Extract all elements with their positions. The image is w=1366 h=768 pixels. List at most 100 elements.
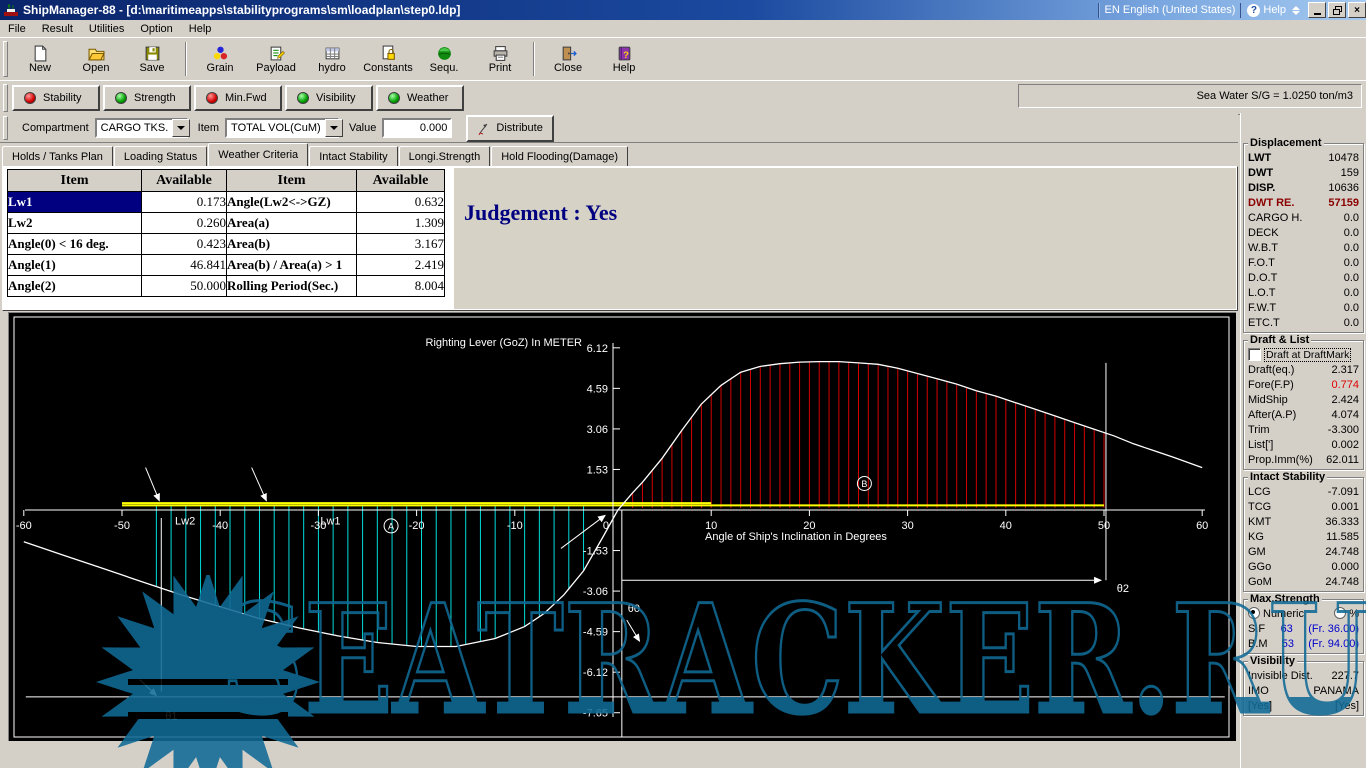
- restore-button[interactable]: [1328, 2, 1346, 18]
- constants-button[interactable]: Constants: [360, 39, 416, 79]
- svg-text:θ0: θ0: [628, 603, 640, 615]
- printer-icon: [492, 45, 509, 62]
- draft-at-draftmark-row: Draft at DraftMark: [1246, 347, 1361, 362]
- status-row: Stability Strength Min.Fwd Visibility We…: [0, 80, 1366, 115]
- svg-text:50: 50: [1098, 520, 1110, 532]
- strength-status-button[interactable]: Strength: [103, 85, 191, 111]
- language-indicator[interactable]: EN English (United States): [1105, 4, 1236, 16]
- save-button[interactable]: Save: [124, 39, 180, 79]
- gz-chart-svg: -60-50-40-30-20-1001020304050606.124.593…: [8, 312, 1236, 741]
- table-row[interactable]: Angle(1) 46.841 Area(b) / Area(a) > 1 2.…: [8, 255, 445, 276]
- svg-text:-10: -10: [507, 520, 523, 532]
- constants-lock-icon: [380, 45, 397, 62]
- payload-button[interactable]: Payload: [248, 39, 304, 79]
- print-button[interactable]: Print: [472, 39, 528, 79]
- green-led-icon: [115, 92, 127, 104]
- menu-bar: File Result Utilities Option Help: [0, 20, 1366, 38]
- menu-file[interactable]: File: [0, 22, 34, 36]
- hydro-button[interactable]: hydro: [304, 39, 360, 79]
- svg-text:-1.53: -1.53: [583, 546, 608, 558]
- weather-status-button[interactable]: Weather: [376, 85, 464, 111]
- svg-text:30: 30: [901, 520, 913, 532]
- value-input[interactable]: [382, 118, 452, 138]
- titlebar-help-button[interactable]: Help: [1263, 4, 1286, 16]
- svg-text:6.12: 6.12: [587, 343, 608, 355]
- new-file-icon: [32, 45, 49, 62]
- toolbar-gripper[interactable]: [3, 116, 8, 140]
- tab-holds-tanks-plan[interactable]: Holds / Tanks Plan: [2, 146, 113, 166]
- chevron-down-icon[interactable]: [325, 119, 343, 137]
- weather-criteria-table: Item Available Item Available Lw1 0.173 …: [7, 169, 445, 297]
- svg-text:A: A: [388, 521, 394, 531]
- save-floppy-icon: [144, 45, 161, 62]
- svg-text:-4.59: -4.59: [583, 627, 608, 639]
- titlebar-separator: [1098, 3, 1100, 18]
- item-select[interactable]: TOTAL VOL(CuM): [225, 118, 339, 138]
- distribute-button[interactable]: Distribute: [466, 115, 553, 142]
- help-book-icon: ?: [616, 45, 633, 62]
- svg-text:-40: -40: [212, 520, 228, 532]
- menu-help[interactable]: Help: [181, 22, 220, 36]
- gz-curve-chart: -60-50-40-30-20-1001020304050606.124.593…: [8, 312, 1236, 741]
- close-file-button[interactable]: Close: [540, 39, 596, 79]
- red-led-icon: [24, 92, 36, 104]
- minimize-button[interactable]: [1308, 2, 1326, 18]
- radio-icon: [1334, 607, 1346, 619]
- menu-option[interactable]: Option: [132, 22, 180, 36]
- table-row[interactable]: Lw2 0.260 Area(a) 1.309: [8, 213, 445, 234]
- svg-text:B: B: [861, 479, 867, 489]
- judgement-panel: Judgement : Yes: [454, 168, 1236, 309]
- svg-text:θ1: θ1: [165, 710, 177, 722]
- tab-longi-strength[interactable]: Longi.Strength: [399, 146, 491, 166]
- weather-criteria-panel: Judgement : Yes Item Available Item Avai…: [2, 166, 1238, 311]
- percent-radio-option[interactable]: %: [1334, 607, 1359, 620]
- stability-status-button[interactable]: Stability: [12, 85, 100, 111]
- value-label: Value: [349, 122, 376, 134]
- menu-utilities[interactable]: Utilities: [81, 22, 132, 36]
- menu-result[interactable]: Result: [34, 22, 81, 36]
- svg-text:θ2: θ2: [1117, 583, 1129, 595]
- svg-text:Righting Lever (GoZ) In METER: Righting Lever (GoZ) In METER: [426, 337, 583, 349]
- window-title: ShipManager-88 - [d:\maritimeapps\stabil…: [23, 3, 460, 17]
- tab-hold-flooding[interactable]: Hold Flooding(Damage): [491, 146, 628, 166]
- draftmark-checkbox[interactable]: [1248, 348, 1261, 361]
- svg-text:3.06: 3.06: [587, 424, 608, 436]
- svg-text:-50: -50: [114, 520, 130, 532]
- intact-stability-group: Intact Stability LCG-7.091 TCG0.001 KMT3…: [1243, 477, 1364, 592]
- open-button[interactable]: Open: [68, 39, 124, 79]
- draftmark-checkbox-label[interactable]: Draft at DraftMark: [1264, 348, 1351, 362]
- svg-text:?: ?: [623, 49, 629, 60]
- payload-notepad-icon: [268, 45, 285, 62]
- tab-loading-status[interactable]: Loading Status: [114, 146, 207, 166]
- table-row[interactable]: Angle(2) 50.000 Rolling Period(Sec.) 8.0…: [8, 276, 445, 297]
- chevron-down-icon[interactable]: [172, 119, 190, 137]
- titlebar-separator: [1240, 3, 1242, 18]
- toolbar-overflow-spinner[interactable]: [1292, 6, 1300, 15]
- svg-text:1.53: 1.53: [587, 464, 608, 476]
- sequence-globe-icon: [436, 45, 453, 62]
- minfwd-status-button[interactable]: Min.Fwd: [194, 85, 282, 111]
- hydro-table-icon: [324, 45, 341, 62]
- toolbar-gripper[interactable]: [3, 41, 8, 77]
- tab-intact-stability[interactable]: Intact Stability: [309, 146, 397, 166]
- new-button[interactable]: New: [12, 39, 68, 79]
- table-row[interactable]: Angle(0) < 16 deg. 0.423 Area(b) 3.167: [8, 234, 445, 255]
- grain-button[interactable]: Grain: [192, 39, 248, 79]
- help-question-icon: ?: [1247, 4, 1260, 17]
- visibility-status-button[interactable]: Visibility: [285, 85, 373, 111]
- svg-text:Lw2: Lw2: [175, 516, 195, 528]
- numeric-radio-option[interactable]: Numeric: [1248, 607, 1304, 620]
- compartment-select[interactable]: CARGO TKS.: [95, 118, 188, 138]
- tab-weather-criteria[interactable]: Weather Criteria: [208, 143, 308, 166]
- help-button[interactable]: ? Help: [596, 39, 652, 79]
- toolbar-gripper[interactable]: [3, 84, 8, 112]
- table-row[interactable]: Lw1 0.173 Angle(Lw2<->GZ) 0.632: [8, 192, 445, 213]
- sequence-button[interactable]: Sequ.: [416, 39, 472, 79]
- svg-text:Lw1: Lw1: [320, 516, 340, 528]
- svg-text:-7.65: -7.65: [583, 708, 608, 720]
- svg-text:-3.06: -3.06: [583, 586, 608, 598]
- close-button[interactable]: ×: [1348, 2, 1366, 18]
- radio-selected-icon: [1248, 607, 1260, 619]
- tab-strip: Holds / Tanks Plan Loading Status Weathe…: [2, 144, 629, 166]
- svg-text:-20: -20: [409, 520, 425, 532]
